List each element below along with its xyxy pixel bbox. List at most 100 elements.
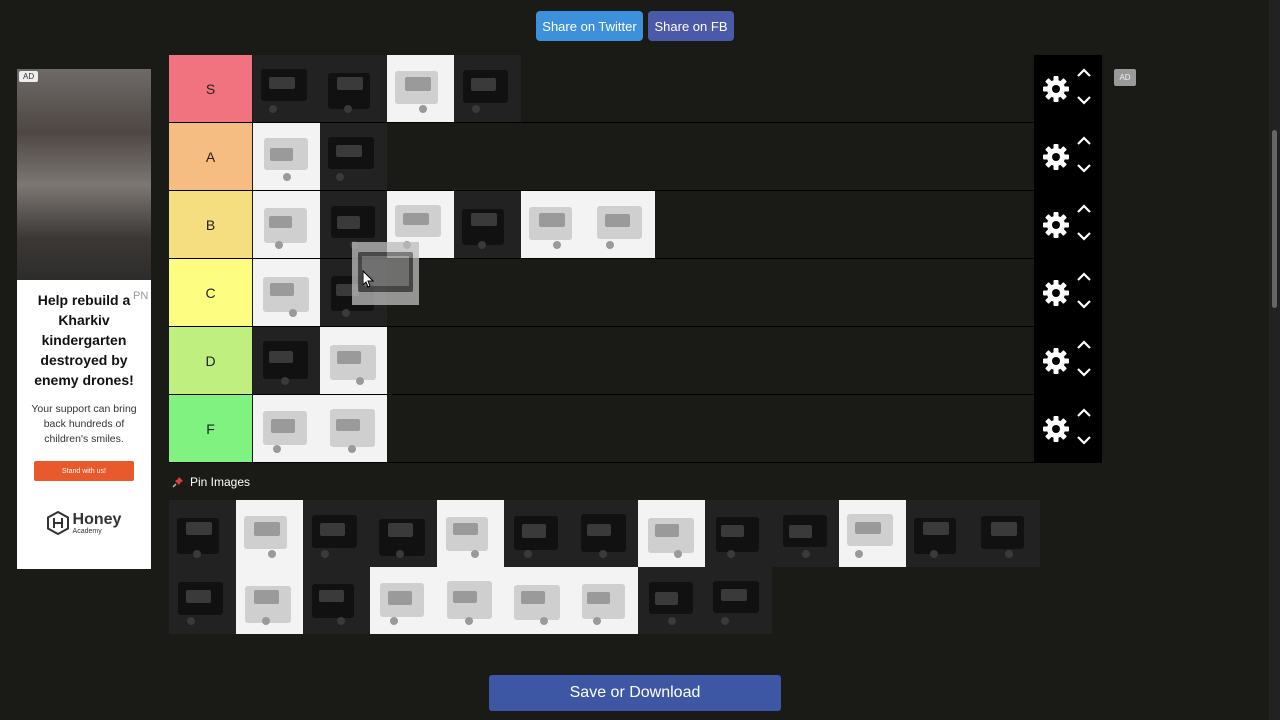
gear-icon[interactable] <box>1042 415 1070 443</box>
gear-icon[interactable] <box>1042 347 1070 375</box>
tier-item-image[interactable] <box>253 123 320 190</box>
tier-item-image[interactable] <box>253 191 320 258</box>
tier-row: S <box>169 55 1102 123</box>
pool-image[interactable] <box>638 567 705 634</box>
chevron-down-icon[interactable] <box>1075 229 1093 243</box>
pool-image[interactable] <box>504 567 571 634</box>
tier-item-image[interactable] <box>588 191 655 258</box>
pool-image[interactable] <box>437 567 504 634</box>
pool-image[interactable] <box>236 500 303 567</box>
tier-items[interactable] <box>253 55 521 122</box>
tier-label[interactable]: A <box>169 123 252 190</box>
tier-item-image[interactable] <box>320 327 387 394</box>
pool-image[interactable] <box>303 567 370 634</box>
tier-controls <box>1034 123 1102 190</box>
pool-image[interactable] <box>772 500 839 567</box>
tier-label[interactable]: F <box>169 395 252 462</box>
tier-items[interactable] <box>253 123 387 190</box>
tier-controls <box>1034 259 1102 326</box>
hexagon-logo-icon <box>46 511 69 535</box>
tier-label[interactable]: D <box>169 327 252 394</box>
chevron-up-icon[interactable] <box>1075 66 1093 80</box>
ad-logo: Honey Academy <box>17 511 151 535</box>
ad-cta-button[interactable]: Stand with us! <box>34 461 134 481</box>
pool-image[interactable] <box>571 500 638 567</box>
chevron-down-icon[interactable] <box>1075 433 1093 447</box>
pool-image[interactable] <box>705 567 772 634</box>
gear-icon[interactable] <box>1042 211 1070 239</box>
tier-item-image[interactable] <box>521 191 588 258</box>
tier-label[interactable]: S <box>169 55 252 122</box>
gear-icon[interactable] <box>1042 75 1070 103</box>
tier-item-image[interactable] <box>253 259 320 326</box>
tier-item-image[interactable] <box>253 327 320 394</box>
pool-image[interactable] <box>839 500 906 567</box>
chevron-up-icon[interactable] <box>1075 202 1093 216</box>
tier-label[interactable]: C <box>169 259 252 326</box>
chevron-down-icon[interactable] <box>1075 93 1093 107</box>
tier-row: F <box>169 395 1102 463</box>
scrollbar-thumb[interactable] <box>1272 130 1277 308</box>
pool-image[interactable] <box>437 500 504 567</box>
chevron-up-icon[interactable] <box>1075 134 1093 148</box>
tier-item-image[interactable] <box>387 55 454 122</box>
pool-image[interactable] <box>169 567 236 634</box>
chevron-up-icon[interactable] <box>1075 338 1093 352</box>
page-scrollbar[interactable] <box>1269 0 1280 720</box>
chevron-up-icon[interactable] <box>1075 270 1093 284</box>
tier-item-image[interactable] <box>320 55 387 122</box>
pool-image[interactable] <box>169 500 236 567</box>
tier-item-image[interactable] <box>320 123 387 190</box>
pool-image[interactable] <box>504 500 571 567</box>
tier-items[interactable] <box>253 395 387 462</box>
tier-controls <box>1034 327 1102 394</box>
tier-controls <box>1034 191 1102 258</box>
chevron-down-icon[interactable] <box>1075 161 1093 175</box>
ad-logo-sub: Academy <box>72 527 102 535</box>
tier-row: D <box>169 327 1102 395</box>
pool-image[interactable] <box>303 500 370 567</box>
ad-pn-label: PN <box>133 290 149 302</box>
tier-item-image[interactable] <box>454 55 521 122</box>
gear-icon[interactable] <box>1042 143 1070 171</box>
pool-image[interactable] <box>973 500 1040 567</box>
pool-image[interactable] <box>705 500 772 567</box>
pool-image[interactable] <box>571 567 638 634</box>
tier-item-image[interactable] <box>454 191 521 258</box>
tier-controls <box>1034 55 1102 122</box>
tier-row: A <box>169 123 1102 191</box>
pool-image[interactable] <box>370 500 437 567</box>
pool-image[interactable] <box>370 567 437 634</box>
tier-row: B <box>169 191 1102 259</box>
ad-headline: Help rebuild a Kharkiv kindergarten dest… <box>34 292 134 388</box>
chevron-down-icon[interactable] <box>1075 365 1093 379</box>
tier-list: SABCDF <box>169 55 1102 463</box>
ad-body: Your support can bring back hundreds of … <box>31 403 137 445</box>
share-fb-button[interactable]: Share on FB <box>648 11 734 41</box>
ad-badge-right[interactable]: AD <box>1114 69 1136 86</box>
pool-image[interactable] <box>236 567 303 634</box>
ad-photo: AD <box>17 69 151 280</box>
tier-label[interactable]: B <box>169 191 252 258</box>
tier-items[interactable] <box>253 191 655 258</box>
unranked-image-pool <box>169 500 1102 634</box>
tier-row: C <box>169 259 1102 327</box>
chevron-down-icon[interactable] <box>1075 297 1093 311</box>
ad-banner[interactable]: AD Help rebuild a Kharkiv kindergarten d… <box>17 69 151 569</box>
tier-item-image[interactable] <box>253 395 320 462</box>
pool-image[interactable] <box>906 500 973 567</box>
pool-image[interactable] <box>638 500 705 567</box>
tier-item-image[interactable] <box>320 395 387 462</box>
mouse-cursor-icon <box>362 270 374 288</box>
pin-images-toggle[interactable]: Pin Images <box>172 475 250 489</box>
pin-icon <box>172 477 183 488</box>
tier-items[interactable] <box>253 327 387 394</box>
save-or-download-button[interactable]: Save or Download <box>489 675 781 711</box>
share-twitter-button[interactable]: Share on Twitter <box>536 11 643 41</box>
chevron-up-icon[interactable] <box>1075 406 1093 420</box>
gear-icon[interactable] <box>1042 279 1070 307</box>
tier-controls <box>1034 395 1102 462</box>
ad-logo-name: Honey <box>72 510 122 528</box>
pin-images-label: Pin Images <box>190 475 251 489</box>
tier-item-image[interactable] <box>253 55 320 122</box>
